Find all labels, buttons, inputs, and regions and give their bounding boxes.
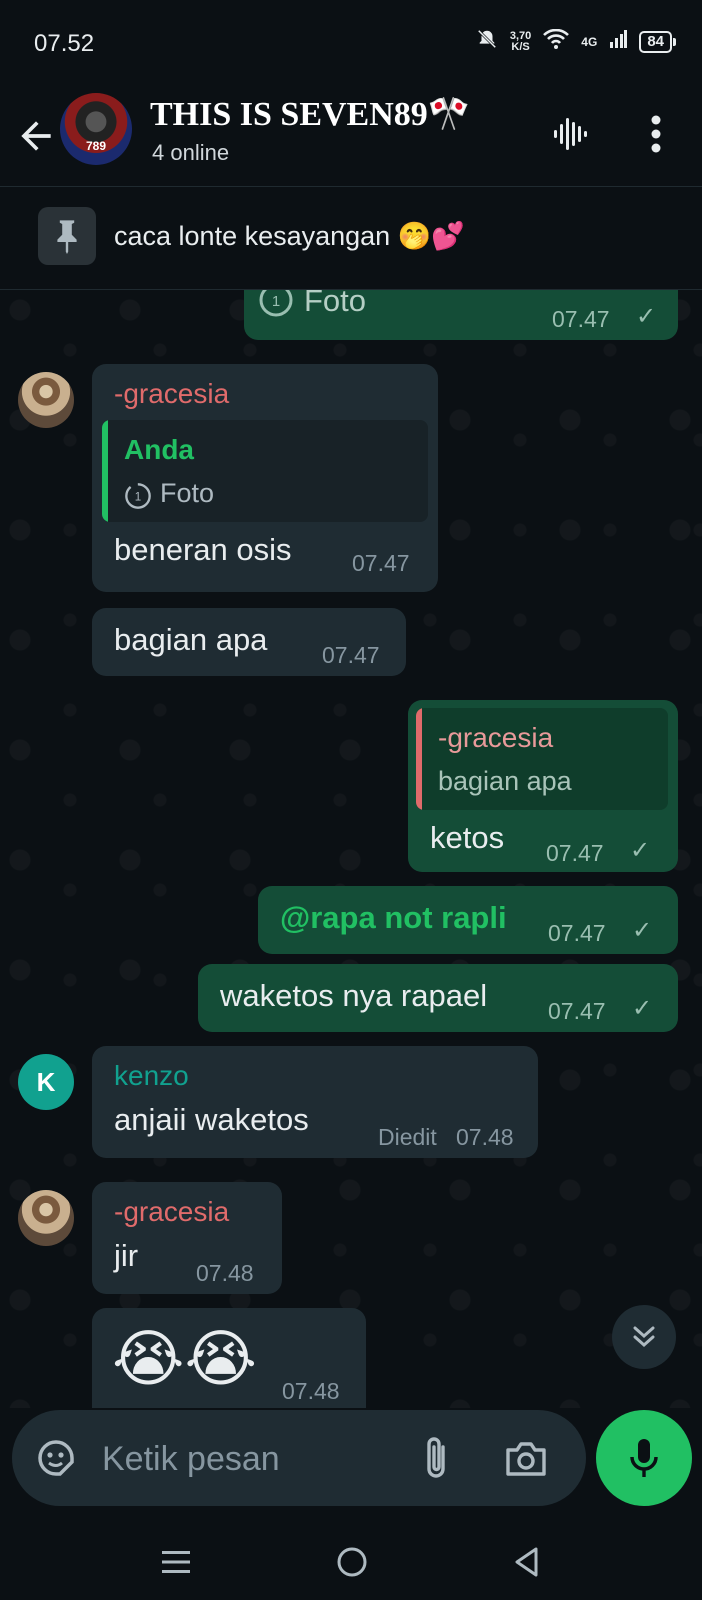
quote-bar (416, 708, 422, 810)
more-vertical-icon (651, 115, 661, 153)
sticker-icon (38, 1440, 74, 1476)
mute-icon (476, 28, 498, 55)
camera-button[interactable] (502, 1434, 550, 1482)
more-options-button[interactable] (632, 110, 680, 158)
chat-area[interactable]: 1 Foto 07.47 ✓ -gracesia Anda 1 Foto ben… (0, 290, 702, 1408)
scroll-down-button[interactable] (612, 1305, 676, 1369)
message-time: 07.48 (196, 1260, 254, 1286)
message-time: 07.47 (546, 840, 604, 866)
wifi-icon (543, 28, 570, 54)
quoted-text: bagian apa (438, 766, 572, 796)
message-bubble[interactable]: -gracesia Anda 1 Foto beneran osis 07.47 (92, 364, 438, 592)
system-nav-bar (0, 1520, 702, 1600)
group-avatar-text: 789 (85, 139, 107, 153)
home-button[interactable] (328, 1538, 376, 1586)
message-time: 07.48 (282, 1378, 340, 1404)
message-text: anjaii waketos (114, 1102, 309, 1137)
message-composer (12, 1410, 586, 1506)
single-check-icon: ✓ (630, 837, 651, 864)
message-bubble[interactable]: kenzo anjaii waketos Diedit 07.48 (92, 1046, 538, 1158)
message-text: waketos nya rapael (220, 978, 488, 1013)
quoted-sender: -gracesia (438, 722, 554, 753)
status-indicators: 3,70 K/S 4G 84 (476, 28, 676, 55)
message-time: 07.47 (552, 306, 610, 332)
sender-name: kenzo (114, 1060, 189, 1091)
message-text: bagian apa (114, 622, 268, 657)
message-time: 07.47 (322, 642, 380, 668)
edited-label: Diedit (378, 1124, 437, 1150)
quoted-message[interactable]: -gracesia bagian apa (416, 708, 668, 810)
avatar[interactable] (18, 1190, 74, 1246)
message-text: jir (114, 1238, 139, 1273)
mention-text[interactable]: @rapa not rapli (280, 900, 507, 936)
single-check-icon: ✓ (632, 995, 653, 1022)
battery-indicator: 84 (639, 30, 676, 53)
voice-chat-button[interactable] (546, 110, 594, 158)
message-time: 07.47 (548, 998, 606, 1024)
home-circle-icon (337, 1547, 367, 1577)
status-bar: 07.52 3,70 K/S 4G 84 (0, 0, 702, 88)
triangle-back-icon (515, 1547, 538, 1577)
quoted-message[interactable]: Anda 1 Foto (102, 420, 428, 522)
network-type: 4G (581, 34, 598, 49)
net-speed-value: 3,70 (509, 29, 532, 42)
back-button[interactable] (14, 114, 58, 158)
back-nav-button[interactable] (502, 1538, 550, 1586)
message-bubble[interactable]: -gracesia bagian apa ketos 07.47 ✓ (408, 700, 678, 872)
chat-header: 789 THIS IS SEVEN89🎌 4 online (0, 88, 702, 187)
svg-text:1: 1 (135, 491, 141, 504)
message-bubble[interactable]: 😭😭 07.48 (92, 1308, 366, 1408)
message-time: 07.48 (456, 1124, 514, 1150)
audio-wave-icon (554, 118, 587, 150)
signal-icon (609, 30, 628, 53)
sender-name: -gracesia (114, 378, 230, 409)
svg-text:1: 1 (272, 293, 280, 310)
avatar[interactable]: K (18, 1054, 74, 1110)
avatar-letter: K (36, 1066, 56, 1097)
double-chevron-down-icon (633, 1326, 655, 1348)
view-once-icon: 1 (258, 290, 294, 318)
pinned-message-bar[interactable]: caca lonte kesayangan 🤭💕 (0, 187, 702, 290)
message-bubble[interactable]: waketos nya rapael 07.47 ✓ (198, 964, 678, 1032)
message-bubble[interactable]: 1 Foto 07.47 ✓ (244, 290, 678, 340)
group-subtitle: 4 online (152, 140, 230, 165)
message-time: 07.47 (548, 920, 606, 946)
message-bubble[interactable]: bagian apa 07.47 (92, 608, 406, 676)
net-speed-unit: K/S (511, 40, 530, 53)
quote-bar (102, 420, 108, 522)
quoted-text: Foto (160, 478, 215, 508)
recent-apps-button[interactable] (152, 1538, 200, 1586)
attach-button[interactable] (412, 1434, 460, 1482)
status-time: 07.52 (34, 30, 95, 57)
single-check-icon: ✓ (636, 303, 657, 330)
message-text: Foto (304, 290, 367, 318)
single-check-icon: ✓ (632, 917, 653, 944)
message-input[interactable] (100, 1430, 404, 1488)
avatar[interactable] (18, 372, 74, 428)
message-bubble[interactable]: @rapa not rapli 07.47 ✓ (258, 886, 678, 954)
sticker-button[interactable] (32, 1434, 80, 1482)
net-speed: 3,70 K/S (509, 29, 532, 53)
group-avatar[interactable]: 789 (60, 93, 132, 165)
message-text: beneran osis (114, 532, 292, 567)
message-bubble[interactable]: -gracesia jir 07.48 (92, 1182, 282, 1294)
pinned-text: caca lonte kesayangan 🤭💕 (114, 221, 465, 251)
message-time: 07.47 (352, 550, 410, 576)
message-text: ketos (430, 820, 505, 855)
voice-record-button[interactable] (596, 1410, 692, 1506)
arrow-left-icon (21, 121, 51, 151)
microphone-icon (630, 1439, 658, 1477)
view-once-icon: 1 (124, 482, 152, 510)
camera-icon (506, 1442, 546, 1476)
paperclip-icon (427, 1437, 445, 1478)
menu-lines-icon (162, 1551, 190, 1573)
sender-name: -gracesia (114, 1196, 230, 1227)
group-title[interactable]: THIS IS SEVEN89🎌 (150, 94, 470, 134)
quoted-sender: Anda (124, 434, 194, 465)
pin-icon (38, 207, 96, 265)
emoji-message: 😭😭 (112, 1325, 257, 1394)
